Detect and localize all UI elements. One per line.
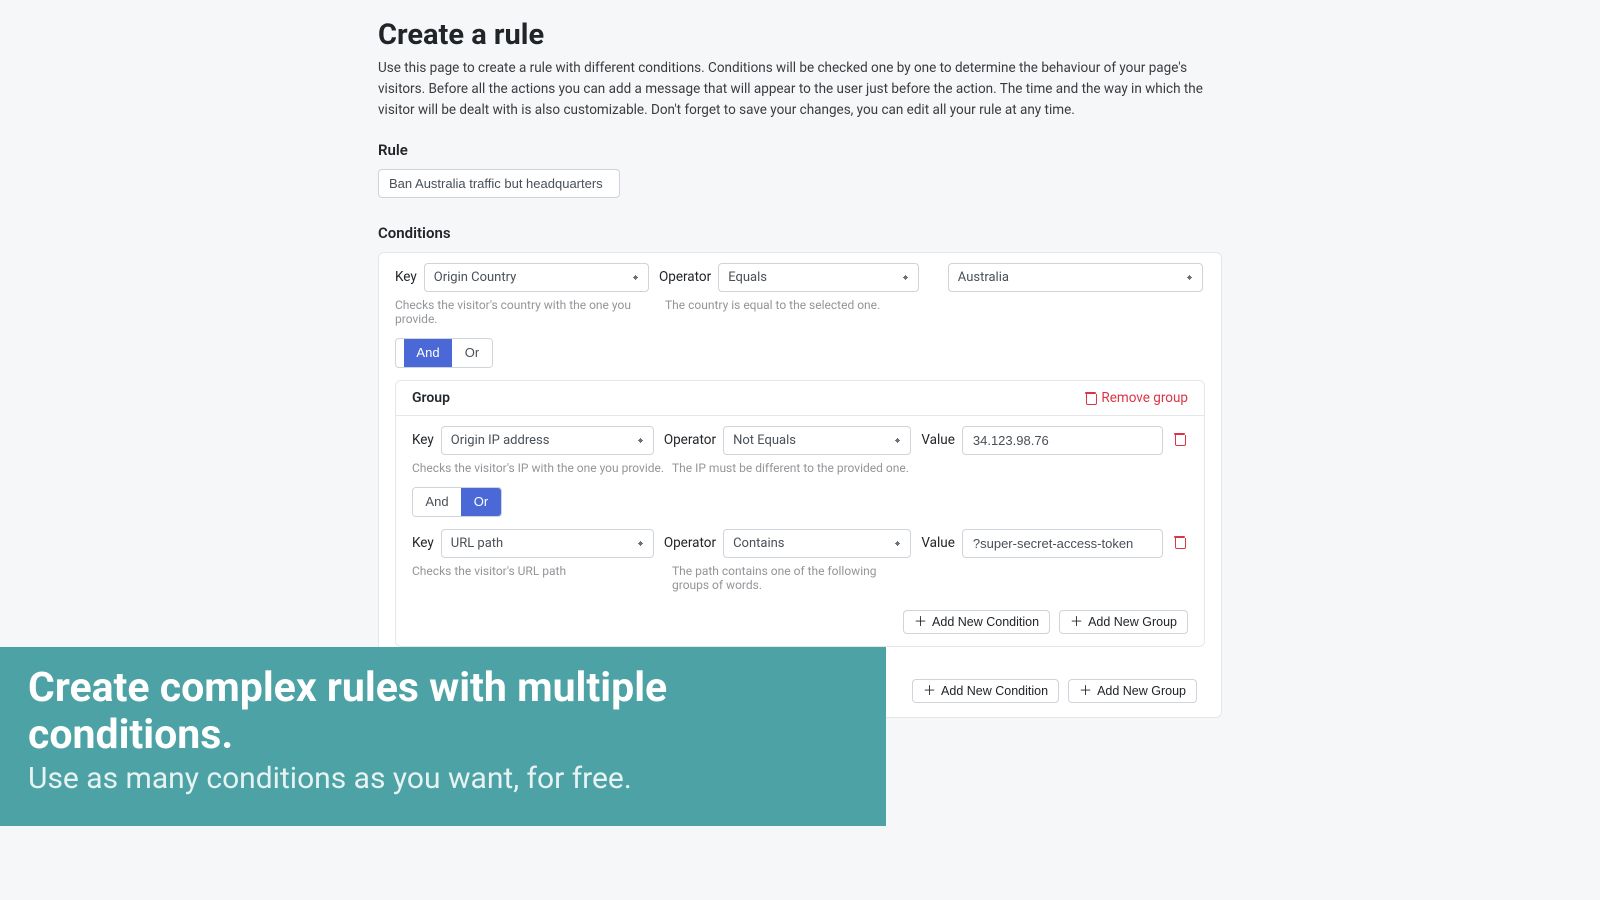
trash-icon: [1174, 535, 1185, 548]
key-label: Key: [395, 269, 417, 285]
delete-condition-button[interactable]: [1171, 535, 1188, 552]
value-label: Value: [921, 432, 955, 448]
and-button[interactable]: And: [413, 488, 461, 516]
condition-group: Group Remove group Key Origin IP address…: [395, 380, 1205, 647]
operator-label: Operator: [664, 535, 716, 551]
logic-toggle: And Or: [395, 338, 493, 368]
key-hint: Checks the visitor's country with the on…: [395, 298, 665, 326]
key-label: Key: [412, 535, 434, 551]
overlay-heading: Create complex rules with multiple condi…: [28, 665, 858, 759]
add-group-button[interactable]: ＋Add New Group: [1068, 679, 1197, 703]
promo-overlay: Create complex rules with multiple condi…: [0, 647, 886, 826]
rule-label: Rule: [378, 141, 1222, 159]
operator-select[interactable]: Equals: [718, 263, 919, 292]
operator-select[interactable]: Not Equals: [723, 426, 911, 455]
or-button[interactable]: Or: [452, 339, 492, 367]
plus-icon: ＋: [1070, 615, 1083, 628]
key-label: Key: [412, 432, 434, 448]
trash-icon: [1174, 432, 1185, 445]
key-select[interactable]: Origin Country: [424, 263, 649, 292]
value-select[interactable]: Australia: [948, 263, 1203, 292]
conditions-label: Conditions: [378, 224, 1222, 242]
key-hint: Checks the visitor's URL path: [412, 564, 672, 592]
plus-icon: ＋: [923, 684, 936, 697]
page-title: Create a rule: [378, 18, 1222, 52]
add-group-button[interactable]: ＋Add New Group: [1059, 610, 1188, 634]
add-condition-button[interactable]: ＋Add New Condition: [903, 610, 1050, 634]
add-condition-button[interactable]: ＋Add New Condition: [912, 679, 1059, 703]
remove-group-button[interactable]: Remove group: [1085, 390, 1188, 406]
key-select[interactable]: URL path: [441, 529, 654, 558]
key-hint: Checks the visitor's IP with the one you…: [412, 461, 672, 475]
value-input[interactable]: [962, 529, 1163, 558]
delete-condition-button[interactable]: [1171, 432, 1188, 449]
plus-icon: ＋: [1079, 684, 1092, 697]
value-label: Value: [921, 535, 955, 551]
operator-hint: The IP must be different to the provided…: [672, 461, 1188, 475]
overlay-sub: Use as many conditions as you want, for …: [28, 761, 858, 796]
operator-hint: The path contains one of the following g…: [672, 564, 912, 592]
and-button[interactable]: And: [404, 339, 452, 367]
operator-hint: The country is equal to the selected one…: [665, 298, 1213, 326]
value-input[interactable]: [962, 426, 1163, 455]
operator-label: Operator: [659, 269, 711, 285]
key-select[interactable]: Origin IP address: [441, 426, 654, 455]
operator-select[interactable]: Contains: [723, 529, 911, 558]
page-intro: Use this page to create a rule with diff…: [378, 58, 1222, 121]
rule-name-input[interactable]: [378, 169, 620, 198]
or-button[interactable]: Or: [461, 488, 501, 516]
logic-toggle: And Or: [412, 487, 502, 517]
operator-label: Operator: [664, 432, 716, 448]
plus-icon: ＋: [914, 615, 927, 628]
group-title: Group: [412, 390, 450, 406]
trash-icon: [1085, 391, 1096, 404]
